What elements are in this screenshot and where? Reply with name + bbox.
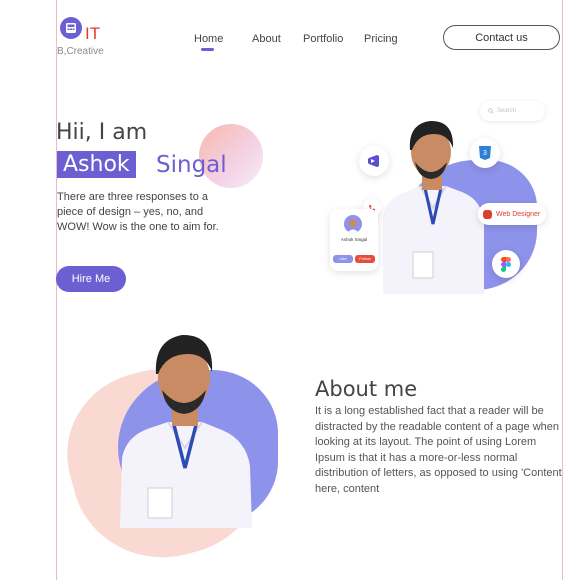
- figma-icon: [501, 256, 511, 272]
- css-badge: 3: [470, 138, 500, 168]
- hero-intro: There are three responses to a piece of …: [57, 191, 219, 233]
- profile-card[interactable]: Ashok Singal Like Follow: [330, 209, 378, 271]
- logo-icon[interactable]: [60, 17, 82, 39]
- like-button[interactable]: Like: [333, 255, 353, 263]
- svg-text:3: 3: [483, 150, 487, 157]
- figma-badge: [492, 250, 520, 278]
- calculator-icon: [66, 23, 76, 33]
- nav-portfolio[interactable]: Portfolio: [303, 33, 343, 45]
- logo-text: IT: [85, 24, 101, 43]
- logo-tagline: B,Creative: [57, 46, 104, 57]
- profile-avatar: [344, 215, 362, 233]
- nav-about[interactable]: About: [252, 33, 281, 45]
- about-portrait: [120, 334, 252, 528]
- nav-home[interactable]: Home: [194, 33, 223, 45]
- css3-icon: 3: [479, 146, 491, 160]
- contact-button[interactable]: Contact us: [443, 25, 560, 50]
- web-designer-label: Web Designer: [496, 210, 541, 218]
- profile-card-name: Ashok Singal: [340, 237, 368, 242]
- nav-active-indicator: [201, 48, 214, 51]
- vs-code-badge: [359, 146, 389, 176]
- hero-last-name: Singal: [156, 152, 227, 178]
- web-designer-icon: [483, 209, 492, 219]
- hire-me-button[interactable]: Hire Me: [56, 266, 126, 292]
- search-pill[interactable]: Search: [480, 101, 545, 121]
- visual-studio-icon: [368, 155, 379, 167]
- hero-greeting: Hii, I am: [56, 120, 148, 145]
- hero-portrait: [383, 120, 484, 294]
- web-designer-badge: Web Designer: [478, 203, 546, 225]
- search-placeholder: Search: [497, 108, 517, 114]
- about-text: It is a long established fact that a rea…: [315, 405, 562, 495]
- layout-guide-left: [56, 0, 57, 580]
- search-icon: [488, 108, 494, 114]
- about-title: About me: [315, 377, 418, 401]
- hero-first-name: Ashok: [57, 151, 136, 178]
- follow-button[interactable]: Follow: [355, 255, 375, 263]
- avatar-portrait: [347, 219, 359, 233]
- nav-pricing[interactable]: Pricing: [364, 33, 398, 45]
